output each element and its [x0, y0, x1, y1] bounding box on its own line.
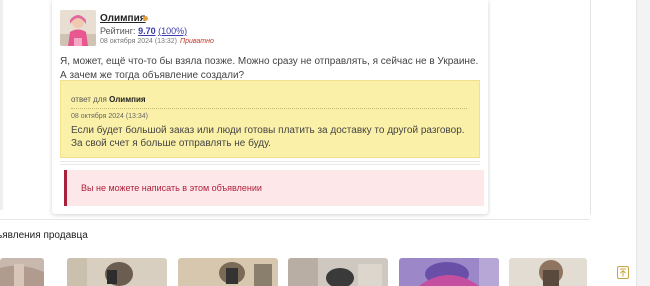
arrow-up-to-top-icon[interactable] [617, 266, 629, 279]
seller-ads-title: ъявления продавца [0, 230, 88, 241]
page-scrollbar[interactable] [636, 0, 650, 286]
rating-value-link[interactable]: 9.70 [138, 26, 156, 36]
ad-thumbnail[interactable] [0, 258, 44, 286]
section-divider [0, 219, 590, 220]
online-dot-icon [143, 16, 148, 21]
reply-line: За свой счет я больше отправлять не буду… [71, 138, 271, 149]
seller-ads-gallery [0, 258, 636, 286]
message-card: Олимпия Рейтинг: 9.70 (100%) 08 октября … [52, 0, 488, 214]
reply-line: Если будет большой заказ или люди готовы… [71, 125, 465, 136]
cannot-write-notice: Вы не можете написать в этом объявлении [64, 170, 484, 206]
notice-text: Вы не можете написать в этом объявлении [81, 183, 262, 193]
reply-to-user: Олимпия [109, 95, 146, 104]
post-date: 08 октября 2024 (13:32) [100, 38, 178, 45]
message-line: Я, может, ещё что-то бы взяла позже. Мож… [60, 56, 479, 67]
rating-label: Рейтинг: [100, 26, 136, 36]
post-meta: 08 октября 2024 (13:32) Приватно [100, 38, 214, 45]
divider [60, 164, 480, 165]
user-name-link[interactable]: Олимпия [100, 13, 146, 24]
divider [60, 161, 480, 162]
avatar[interactable] [60, 10, 96, 46]
right-divider [590, 0, 591, 214]
ad-thumbnail[interactable] [288, 258, 388, 286]
reply-text: Если будет большой заказ или люди готовы… [71, 124, 471, 150]
ad-thumbnail[interactable] [67, 258, 167, 286]
user-rating: Рейтинг: 9.70 (100%) [100, 26, 187, 36]
private-label: Приватно [180, 38, 214, 45]
rating-percent-link[interactable]: (100%) [158, 26, 187, 36]
ad-thumbnail[interactable] [178, 258, 278, 286]
reply-divider [71, 108, 467, 109]
ad-thumbnail[interactable] [399, 258, 499, 286]
ad-thumbnail[interactable] [509, 258, 587, 286]
reply-date: 08 октября 2024 (13:34) [71, 113, 149, 120]
reply-header: ответ для Олимпия [71, 95, 146, 104]
reply-prefix: ответ для [71, 95, 107, 104]
left-edge [0, 0, 3, 210]
seller-reply: ответ для Олимпия 08 октября 2024 (13:34… [60, 80, 480, 158]
message-text: Я, может, ещё что-то бы взяла позже. Мож… [60, 55, 480, 83]
